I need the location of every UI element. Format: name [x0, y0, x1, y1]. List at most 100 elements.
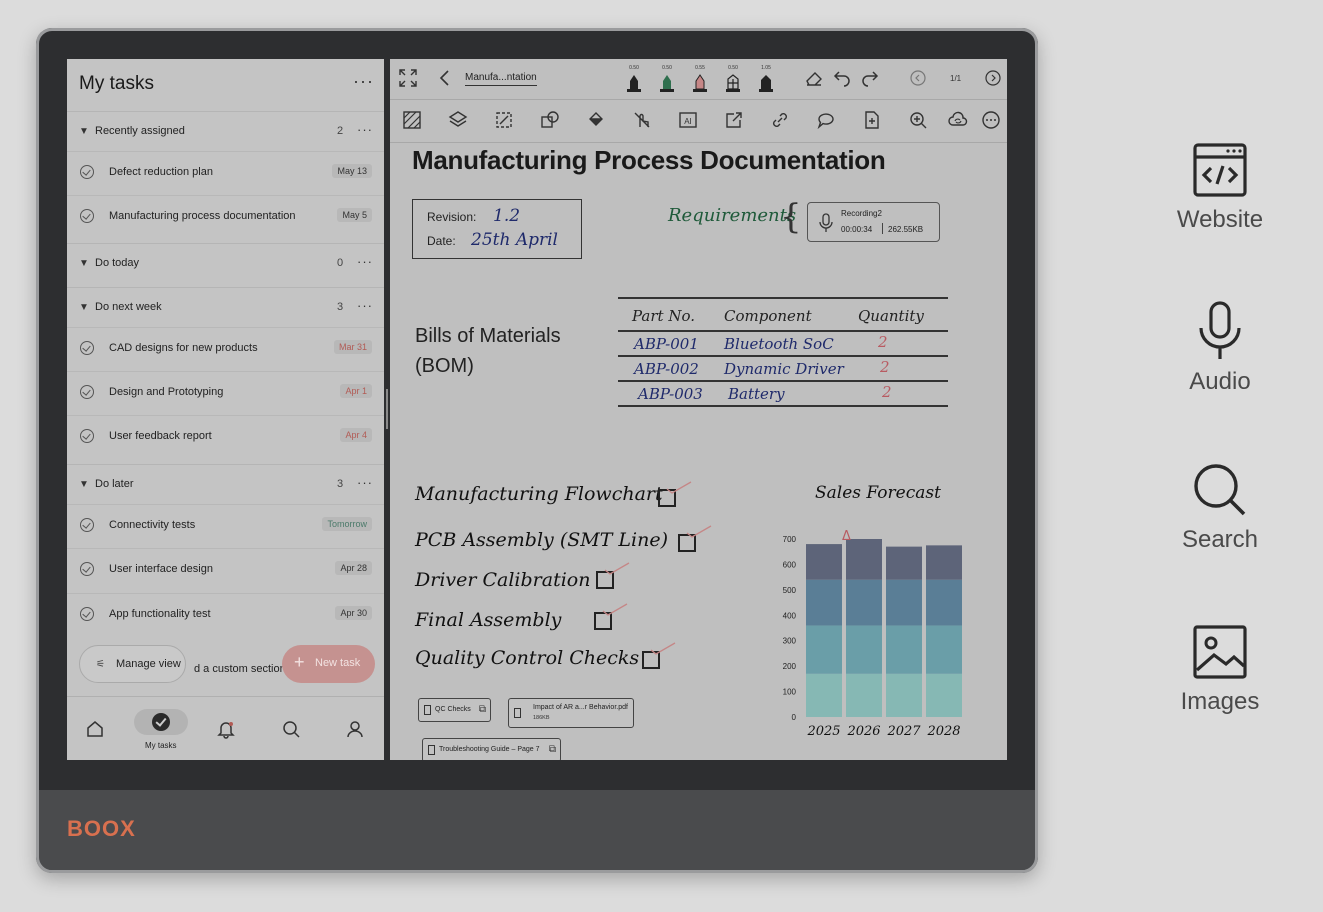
- device-chin: BOOX: [39, 790, 1035, 870]
- attachment-name: Impact of AR a...r Behavior.pdf: [533, 704, 628, 711]
- pen-1[interactable]: 0.50: [626, 65, 642, 93]
- y-tick-label: 500: [783, 586, 797, 595]
- zoom-in-icon[interactable]: [908, 110, 928, 130]
- task-item[interactable]: Connectivity tests Tomorrow: [67, 504, 384, 549]
- lasso-select-icon[interactable]: [494, 110, 514, 130]
- check-circle-icon: [152, 713, 170, 731]
- check-circle-icon[interactable]: [80, 518, 94, 532]
- pen-4[interactable]: 0.50: [725, 65, 741, 93]
- back-icon[interactable]: [435, 68, 455, 88]
- feature-search: Search: [1150, 460, 1290, 554]
- redo-icon[interactable]: [860, 68, 880, 88]
- comment-icon[interactable]: [816, 110, 836, 130]
- search-icon: [1194, 464, 1246, 516]
- touch-icon[interactable]: [632, 110, 652, 130]
- task-item[interactable]: Defect reduction plan May 13: [67, 151, 384, 196]
- prev-page-icon[interactable]: [908, 68, 928, 88]
- expand-icon[interactable]: [398, 68, 418, 88]
- check-circle-icon[interactable]: [80, 165, 94, 179]
- nav-my-tasks[interactable]: [134, 709, 188, 735]
- new-task-button[interactable]: + New task: [282, 645, 375, 683]
- section-count: 0: [337, 257, 344, 269]
- next-page-icon[interactable]: [983, 68, 1003, 88]
- section-more-button[interactable]: ···: [357, 475, 373, 490]
- section-more-button[interactable]: ···: [357, 254, 373, 269]
- fill-icon[interactable]: [586, 110, 606, 130]
- home-icon[interactable]: [85, 719, 105, 739]
- manage-view-button[interactable]: ⚟ Manage view: [79, 645, 186, 683]
- attachment-pdf[interactable]: Impact of AR a...r Behavior.pdf 186KB: [508, 698, 634, 728]
- shapes-icon[interactable]: [540, 110, 560, 130]
- add-custom-section-link[interactable]: d a custom section: [194, 663, 286, 675]
- check-circle-icon[interactable]: [80, 209, 94, 223]
- layers-icon[interactable]: [448, 110, 468, 130]
- section-count: 3: [337, 478, 344, 490]
- table-cell: Bluetooth SoC: [724, 335, 834, 353]
- undo-icon[interactable]: [832, 68, 852, 88]
- section-more-button[interactable]: ···: [357, 122, 373, 137]
- x-tick-label: 2025: [806, 724, 840, 739]
- attachment-qc-checks[interactable]: QC Checks ⧉: [418, 698, 491, 722]
- search-icon[interactable]: [281, 719, 301, 739]
- pen-5[interactable]: 1.05: [758, 65, 774, 93]
- check-circle-icon[interactable]: [80, 429, 94, 443]
- check-circle-icon[interactable]: [80, 341, 94, 355]
- check-circle-icon[interactable]: [80, 607, 94, 621]
- recording-size: 262.55KB: [888, 225, 924, 234]
- eraser-icon[interactable]: [804, 68, 824, 88]
- bar-segment: [806, 625, 842, 674]
- section-recently-assigned[interactable]: ▼ Recently assigned 2 ···: [67, 111, 384, 152]
- more-options-button[interactable]: ···: [353, 71, 374, 92]
- task-item[interactable]: Manufacturing process documentation May …: [67, 195, 384, 240]
- section-do-later[interactable]: ▼ Do later 3 ···: [67, 464, 384, 505]
- sales-forecast-chart: 0 100 200 300 400 500 600 700 2025 2026 2027 2028 Δ: [783, 529, 962, 739]
- background-icon[interactable]: [402, 110, 422, 130]
- section-more-button[interactable]: ···: [357, 298, 373, 313]
- add-page-icon[interactable]: [862, 110, 882, 130]
- section-do-today[interactable]: ▼ Do today 0 ···: [67, 243, 384, 284]
- pen-3[interactable]: 0.55: [692, 65, 708, 93]
- attachment-size: 186KB: [533, 715, 550, 721]
- link-icon[interactable]: [770, 110, 790, 130]
- task-item[interactable]: App functionality test Apr 30: [67, 593, 384, 638]
- bom-title: Bills of Materials (BOM): [415, 321, 561, 381]
- document-icon: [514, 708, 521, 718]
- task-item[interactable]: User feedback report Apr 4: [67, 415, 384, 460]
- due-date-badge: Apr 1: [340, 384, 372, 398]
- task-item[interactable]: CAD designs for new products Mar 31: [67, 327, 384, 372]
- attachment-troubleshooting[interactable]: Troubleshooting Guide – Page 7 ⧉: [422, 738, 561, 760]
- cloud-sync-icon[interactable]: [948, 110, 968, 130]
- brand-logo: BOOX: [67, 816, 136, 841]
- revision-box: Revision: 1.2 Date: 25th April: [412, 199, 582, 259]
- ai-icon[interactable]: AI: [678, 110, 698, 130]
- due-date-badge: May 13: [332, 164, 372, 178]
- table-rule: [618, 405, 948, 407]
- profile-icon[interactable]: [345, 719, 365, 739]
- task-item[interactable]: Design and Prototyping Apr 1: [67, 371, 384, 416]
- attachment-name: Troubleshooting Guide – Page 7: [439, 746, 540, 753]
- code-window-icon: [1193, 143, 1247, 197]
- pen-2[interactable]: 0.50: [659, 65, 675, 93]
- more-icon[interactable]: [981, 110, 1001, 130]
- table-cell: 2: [878, 333, 888, 351]
- table-cell: ABP-003: [638, 385, 703, 403]
- check-circle-icon[interactable]: [80, 562, 94, 576]
- share-icon[interactable]: [724, 110, 744, 130]
- check-mark-icon: [666, 481, 692, 494]
- table-rule: [618, 355, 948, 357]
- y-tick-label: 700: [783, 535, 797, 544]
- chart-annotation: Δ: [842, 529, 851, 544]
- chart-title: Sales Forecast: [815, 483, 941, 503]
- audio-recording-card[interactable]: Recording2 00:00:34 262.55KB: [807, 202, 940, 242]
- y-tick-label: 600: [783, 560, 797, 569]
- feature-audio: Audio: [1150, 300, 1290, 396]
- task-item[interactable]: User interface design Apr 28: [67, 548, 384, 593]
- document-title[interactable]: Manufa...ntation: [465, 72, 537, 86]
- bell-icon[interactable]: [216, 719, 236, 739]
- sliders-icon: ⚟: [96, 659, 105, 670]
- section-do-next-week[interactable]: ▼ Do next week 3 ···: [67, 287, 384, 328]
- table-cell: Dynamic Driver: [724, 360, 844, 378]
- split-handle[interactable]: [386, 389, 388, 429]
- collapse-icon: ▼: [79, 302, 89, 313]
- check-circle-icon[interactable]: [80, 385, 94, 399]
